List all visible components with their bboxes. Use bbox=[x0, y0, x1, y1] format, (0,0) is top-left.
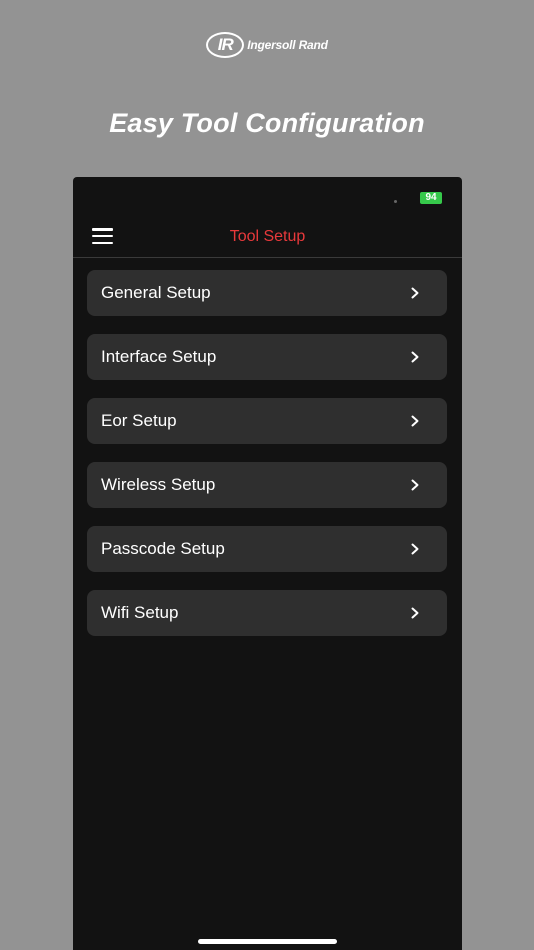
chevron-right-icon bbox=[411, 543, 419, 555]
status-indicator bbox=[394, 200, 397, 203]
brand-badge: IR bbox=[206, 32, 245, 58]
list-item-wifi-setup[interactable]: Wifi Setup bbox=[87, 590, 447, 636]
chevron-right-icon bbox=[411, 479, 419, 491]
brand-logo: IR Ingersoll Rand bbox=[0, 28, 534, 62]
menu-icon-line bbox=[92, 234, 113, 238]
list-item-label: Eor Setup bbox=[101, 411, 177, 430]
setup-list: General Setup Interface Setup Eor Setup … bbox=[87, 270, 447, 654]
list-item-label: Passcode Setup bbox=[101, 539, 225, 558]
page-title: Tool Setup bbox=[229, 228, 306, 245]
list-item-passcode-setup[interactable]: Passcode Setup bbox=[87, 526, 447, 572]
list-item-general-setup[interactable]: General Setup bbox=[87, 270, 447, 316]
list-item-interface-setup[interactable]: Interface Setup bbox=[87, 334, 447, 380]
home-indicator[interactable] bbox=[198, 939, 337, 944]
list-item-label: General Setup bbox=[101, 283, 211, 302]
chevron-right-icon bbox=[411, 607, 419, 619]
menu-icon-line bbox=[92, 228, 113, 231]
list-item-wireless-setup[interactable]: Wireless Setup bbox=[87, 462, 447, 508]
battery-indicator: 94 bbox=[420, 192, 442, 204]
brand-name: Ingersoll Rand bbox=[247, 38, 328, 52]
hamburger-menu-icon[interactable] bbox=[92, 228, 113, 244]
chevron-right-icon bbox=[411, 415, 419, 427]
phone-screen: 94 Tool Setup General Setup Interface Se… bbox=[73, 177, 462, 950]
list-item-label: Interface Setup bbox=[101, 347, 217, 366]
chevron-right-icon bbox=[411, 287, 419, 299]
list-item-eor-setup[interactable]: Eor Setup bbox=[87, 398, 447, 444]
nav-bar: Tool Setup bbox=[73, 217, 462, 258]
list-item-label: Wifi Setup bbox=[101, 603, 179, 622]
brand-mark: IR bbox=[217, 35, 234, 54]
list-item-label: Wireless Setup bbox=[101, 475, 216, 494]
menu-icon-line bbox=[92, 241, 113, 244]
headline: Easy Tool Configuration bbox=[109, 108, 425, 138]
chevron-right-icon bbox=[411, 351, 419, 363]
